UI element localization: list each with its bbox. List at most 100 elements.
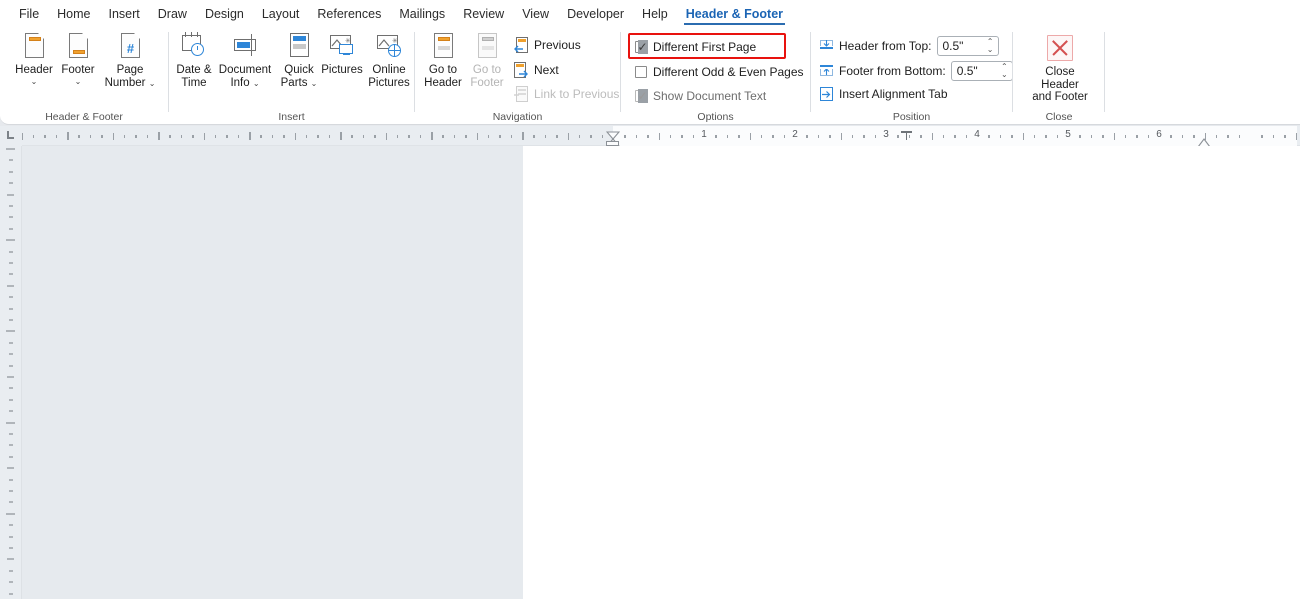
quick-parts-label-line2: Parts ⌄ bbox=[280, 76, 318, 89]
vertical-ruler-tick bbox=[9, 216, 13, 218]
footer-button[interactable]: Footer ⌄ bbox=[52, 31, 104, 86]
online-pictures-label-line2: Pictures bbox=[368, 76, 410, 89]
tab-home[interactable]: Home bbox=[48, 3, 99, 26]
pictures-button[interactable]: ✳ Pictures bbox=[317, 31, 367, 77]
ruler-tick bbox=[738, 135, 740, 138]
ruler-tick bbox=[1113, 133, 1116, 140]
document-page[interactable] bbox=[523, 146, 1300, 599]
ruler-tick bbox=[374, 135, 376, 138]
page-number-chevron-down-icon[interactable]: ⌄ bbox=[149, 79, 156, 88]
ruler-number: 3 bbox=[883, 129, 889, 140]
tab-header-and-footer[interactable]: Header & Footer bbox=[677, 3, 792, 26]
date-time-label-line2: Time bbox=[181, 76, 207, 89]
go-to-footer-label-line2: Footer bbox=[470, 76, 504, 89]
ruler-tick bbox=[317, 135, 319, 138]
vertical-ruler-tick bbox=[9, 159, 13, 161]
go-to-footer-label-line1: Go to bbox=[472, 64, 502, 76]
ruler-tick bbox=[999, 135, 1002, 138]
tab-design[interactable]: Design bbox=[196, 3, 253, 26]
tab-stop-marker[interactable] bbox=[901, 131, 912, 140]
tab-layout[interactable]: Layout bbox=[253, 3, 309, 26]
ribbon-group-insert: Date & Time Document Info ⌄ Quick Parts … bbox=[169, 26, 414, 125]
check-icon: ✓ bbox=[637, 40, 648, 54]
ruler-tick bbox=[294, 133, 297, 140]
go-to-footer-icon bbox=[472, 31, 502, 61]
footer-from-bottom-stepper[interactable]: 0.5" ⌃ ⌄ bbox=[950, 61, 1013, 81]
vertical-ruler-tick bbox=[9, 479, 13, 481]
pictures-icon: ✳ bbox=[327, 31, 357, 61]
ruler-tick bbox=[851, 135, 854, 138]
vertical-ruler-tick bbox=[6, 422, 15, 424]
vertical-ruler-tick bbox=[6, 513, 15, 515]
vertical-ruler-tick bbox=[9, 456, 13, 458]
document-info-label-line2: Info ⌄ bbox=[230, 76, 260, 89]
online-pictures-button[interactable]: ✳ Online Pictures bbox=[363, 31, 415, 89]
previous-button[interactable]: Previous bbox=[513, 35, 581, 55]
go-to-header-icon bbox=[428, 31, 458, 61]
show-document-text-checkbox[interactable]: ✓ Show Document Text bbox=[635, 86, 766, 106]
vertical-ruler-tick bbox=[7, 194, 14, 196]
ruler-tick bbox=[1238, 135, 1241, 138]
ruler-tick bbox=[692, 135, 695, 138]
ruler-tick bbox=[954, 135, 956, 138]
ruler-tick bbox=[135, 135, 137, 138]
ruler-tick bbox=[328, 135, 331, 138]
ribbon: Header ⌄ Footer ⌄ # Page Number ⌄ Header… bbox=[0, 26, 1300, 125]
stepper-arrows[interactable]: ⌃ ⌄ bbox=[1001, 63, 1008, 79]
go-to-header-label-line1: Go to bbox=[428, 64, 458, 76]
ruler-number: 2 bbox=[792, 129, 798, 140]
footer-chevron-down-icon[interactable]: ⌄ bbox=[75, 77, 82, 86]
vertical-ruler-tick bbox=[9, 490, 13, 492]
tab-mailings[interactable]: Mailings bbox=[390, 3, 454, 26]
group-separator-6 bbox=[1104, 32, 1105, 112]
page-number-button[interactable]: # Page Number ⌄ bbox=[100, 31, 160, 89]
ribbon-group-position: Header from Top: 0.5" ⌃ ⌄ Footer from Bo… bbox=[811, 26, 1013, 125]
header-from-top-label: Header from Top: bbox=[839, 39, 932, 53]
group-label-navigation: Navigation bbox=[492, 111, 543, 123]
quick-parts-button[interactable]: Quick Parts ⌄ bbox=[275, 31, 323, 89]
go-to-header-button[interactable]: Go to Header bbox=[418, 31, 468, 89]
date-and-time-button[interactable]: Date & Time bbox=[169, 31, 219, 89]
tab-file[interactable]: File bbox=[10, 3, 48, 26]
document-canvas[interactable] bbox=[22, 146, 1300, 599]
ruler-tick bbox=[396, 135, 399, 138]
ruler-tick bbox=[1045, 135, 1047, 138]
tab-references[interactable]: References bbox=[308, 3, 390, 26]
ruler-tick bbox=[260, 135, 262, 138]
ruler-tick bbox=[123, 135, 126, 138]
ruler-tick bbox=[226, 135, 228, 138]
ribbon-group-close: Close Header and Footer Close bbox=[1013, 26, 1105, 125]
tab-review[interactable]: Review bbox=[454, 3, 513, 26]
footer-from-bottom-label: Footer from Bottom: bbox=[839, 64, 946, 78]
next-button[interactable]: Next bbox=[513, 60, 559, 80]
group-label-insert: Insert bbox=[278, 111, 305, 123]
close-header-and-footer-button[interactable]: Close Header and Footer bbox=[1025, 35, 1095, 104]
vertical-ruler-tick bbox=[9, 433, 13, 435]
header-from-top-stepper[interactable]: 0.5" ⌃ ⌄ bbox=[936, 36, 999, 56]
tab-help[interactable]: Help bbox=[633, 3, 677, 26]
ruler-tick bbox=[1102, 135, 1104, 138]
horizontal-ruler[interactable]: 1 2 3 4 5 6 bbox=[0, 126, 1300, 148]
insert-alignment-tab-button[interactable]: Insert Alignment Tab bbox=[819, 84, 948, 104]
left-tab-stop-icon bbox=[7, 131, 14, 139]
document-info-button[interactable]: Document Info ⌄ bbox=[215, 31, 275, 89]
tab-draw[interactable]: Draw bbox=[149, 3, 196, 26]
stepper-arrows[interactable]: ⌃ ⌄ bbox=[987, 38, 994, 54]
group-label-close: Close bbox=[1045, 111, 1073, 123]
insert-alignment-tab-icon bbox=[819, 87, 834, 102]
document-info-icon bbox=[230, 31, 260, 61]
tab-view[interactable]: View bbox=[513, 3, 558, 26]
different-odd-even-pages-checkbox[interactable]: Different Odd & Even Pages bbox=[635, 62, 804, 82]
link-to-previous-button: Link to Previous bbox=[513, 84, 619, 104]
tab-developer[interactable]: Developer bbox=[558, 3, 633, 26]
page-number-label-line2: Number ⌄ bbox=[104, 76, 156, 89]
ruler-tick bbox=[453, 135, 456, 138]
ruler-tick bbox=[658, 133, 661, 140]
different-first-page-checkbox[interactable]: ✓ Different First Page bbox=[635, 37, 756, 57]
document-info-chevron-down-icon[interactable]: ⌄ bbox=[253, 79, 260, 88]
tab-stop-selector[interactable] bbox=[0, 126, 22, 146]
header-chevron-down-icon[interactable]: ⌄ bbox=[31, 77, 38, 86]
vertical-ruler[interactable] bbox=[0, 146, 22, 599]
tab-insert[interactable]: Insert bbox=[100, 3, 149, 26]
quick-parts-chevron-down-icon[interactable]: ⌄ bbox=[311, 79, 318, 88]
